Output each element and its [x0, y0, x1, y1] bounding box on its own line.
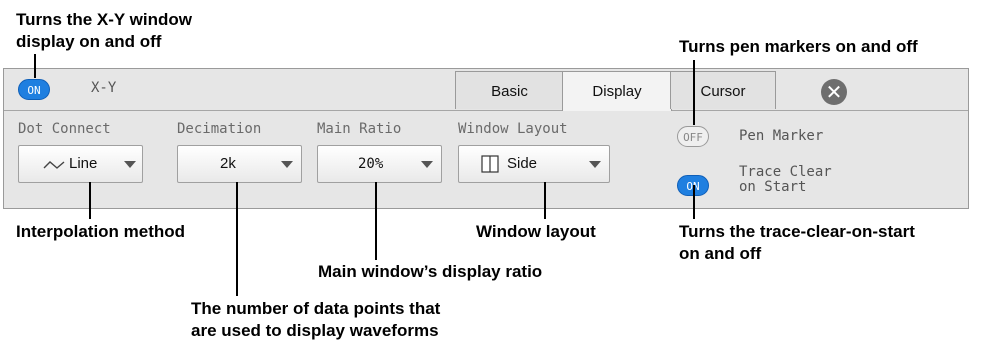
chevron-down-icon	[124, 161, 136, 168]
tab-display[interactable]: Display	[562, 71, 672, 111]
dot-connect-label: Dot Connect	[18, 121, 111, 137]
leader-interpolation	[89, 182, 91, 219]
xy-display-panel: ON X-Y Basic Display Cursor ✕ Dot Connec…	[3, 68, 969, 209]
callout-interpolation: Interpolation method	[16, 222, 186, 241]
callout-pen-marker: Turns pen markers on and off	[679, 37, 918, 56]
decimation-value: 2k	[220, 155, 236, 172]
window-layout-select[interactable]: Side	[458, 145, 610, 183]
tab-basic[interactable]: Basic	[455, 71, 564, 109]
panel-topbar: ON X-Y Basic Display Cursor ✕	[4, 69, 968, 111]
main-ratio-value: 20%	[358, 156, 384, 172]
side-layout-icon	[481, 155, 499, 173]
leader-main-ratio	[375, 182, 377, 260]
dot-connect-select[interactable]: Line	[18, 145, 143, 183]
callout-window-layout: Window layout	[476, 222, 596, 241]
chevron-down-icon	[589, 161, 601, 168]
leader-xy-toggle	[34, 54, 36, 78]
window-layout-label: Window Layout	[458, 121, 568, 137]
pen-marker-toggle[interactable]: OFF	[677, 126, 709, 147]
leader-decimation	[236, 182, 238, 296]
trace-clear-label: Trace Clear on Start	[739, 164, 832, 195]
pen-marker-label: Pen Marker	[739, 128, 824, 144]
interpolation-line-icon	[43, 161, 65, 169]
callout-main-ratio: Main window’s display ratio	[318, 262, 543, 281]
callout-xy-toggle: Turns the X-Y window display on and off	[16, 10, 192, 51]
main-ratio-label: Main Ratio	[317, 121, 402, 137]
chevron-down-icon	[281, 161, 293, 168]
leader-window-layout	[544, 182, 546, 219]
main-ratio-select[interactable]: 20%	[317, 145, 442, 183]
tab-cursor[interactable]: Cursor	[670, 71, 776, 109]
xy-toggle-switch[interactable]: ON	[18, 79, 50, 100]
close-icon[interactable]: ✕	[821, 79, 847, 105]
callout-decimation: The number of data points that are used …	[191, 299, 441, 340]
callout-trace-clear: Turns the trace-clear-on-start on and of…	[679, 222, 915, 263]
chevron-down-icon	[421, 161, 433, 168]
panel-title: X-Y	[91, 80, 117, 96]
leader-trace-clear	[693, 185, 695, 219]
decimation-select[interactable]: 2k	[177, 145, 302, 183]
window-layout-value: Side	[507, 155, 538, 172]
dot-connect-value: Line	[69, 155, 98, 172]
decimation-label: Decimation	[177, 121, 262, 137]
leader-pen-marker	[693, 60, 695, 125]
